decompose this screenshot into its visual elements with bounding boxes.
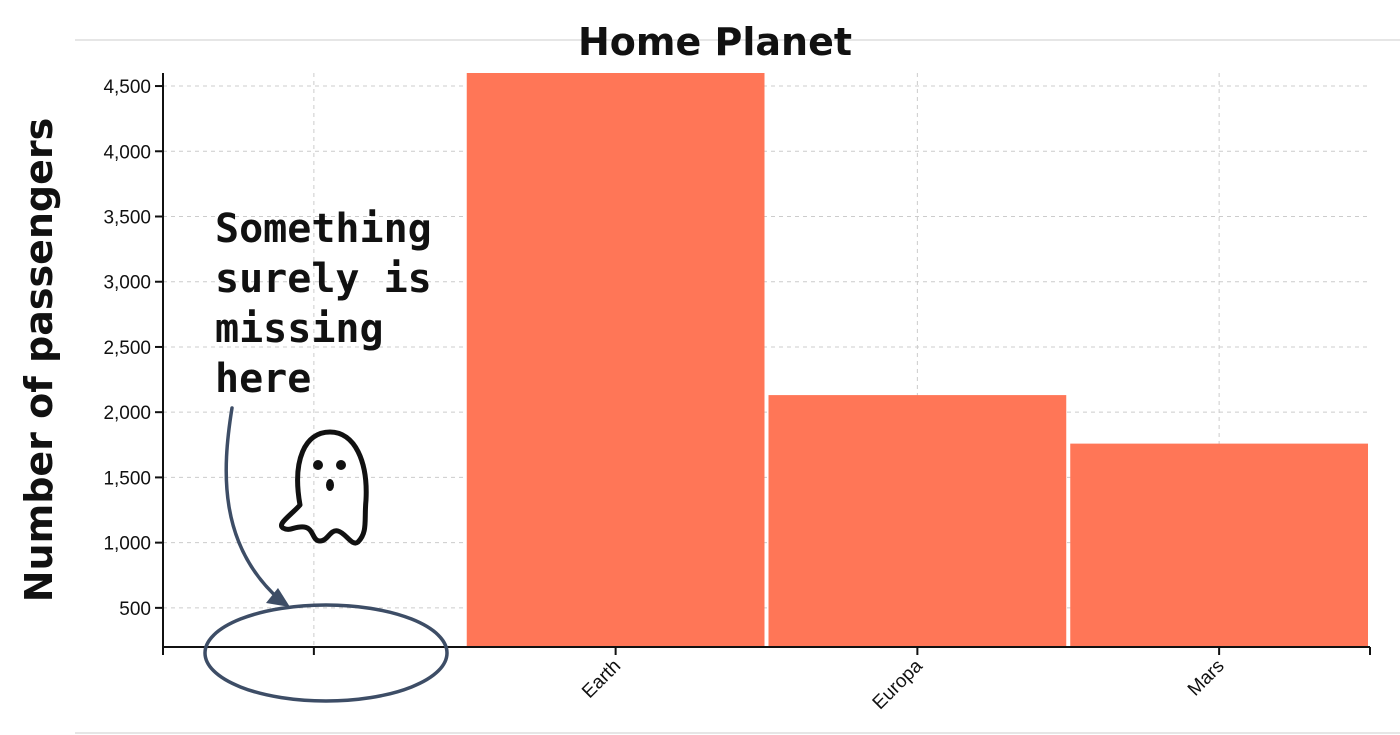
y-tick-label: 4,500 [103, 77, 151, 98]
y-axis-label: Number of passengers [17, 118, 61, 603]
y-tick-label: 500 [119, 599, 151, 620]
annotation-line-2: surely is [215, 256, 432, 302]
annotation-line-1: Something [215, 206, 432, 252]
ghost-eye-right [336, 460, 346, 470]
bars [466, 73, 1368, 647]
y-tick-labels: 500 1,000 1,500 2,000 2,500 3,000 3,500 4,000 4,… [103, 77, 151, 620]
ghost-outline [279, 429, 369, 546]
x-tick-label: Europa [869, 655, 927, 713]
x-tick-label: Earth [578, 656, 625, 703]
chart-container: Home Planet Number of passengers 500 1,00… [0, 0, 1400, 735]
ghost-icon [279, 429, 369, 546]
chart-title: Home Planet [578, 20, 852, 64]
y-tick-label: 2,500 [103, 338, 151, 359]
missing-bar-ellipse [203, 603, 449, 703]
x-tick-labels: Earth Europa Mars [578, 655, 1228, 713]
annotation-line-4: here [215, 356, 311, 402]
y-tick-label: 2,000 [103, 403, 151, 424]
bar-mars [1070, 443, 1368, 647]
y-tick-label: 3,000 [103, 273, 151, 294]
annotation: Something surely is missing here [203, 206, 449, 703]
y-tick-label: 3,500 [103, 208, 151, 229]
bar-chart: Home Planet Number of passengers 500 1,00… [17, 20, 1400, 734]
ghost-eye-left [313, 460, 323, 470]
bar-earth [466, 73, 765, 647]
ghost-mouth [326, 479, 334, 491]
x-tick-label: Mars [1184, 656, 1229, 701]
y-tick-label: 1,000 [103, 534, 151, 555]
y-tick-label: 4,000 [103, 142, 151, 163]
y-tick-label: 1,500 [103, 468, 151, 489]
annotation-line-3: missing [215, 306, 384, 352]
bar-europa [768, 395, 1067, 647]
annotation-arrow-icon [224, 406, 282, 602]
